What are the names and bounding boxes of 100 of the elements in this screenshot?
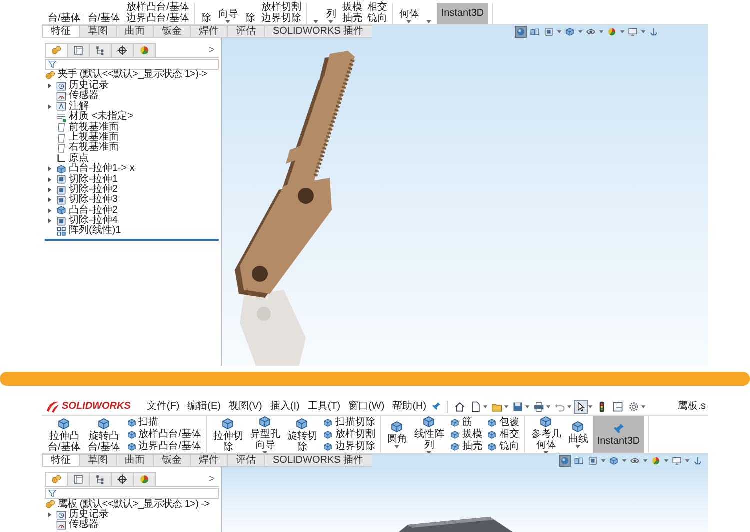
tree-item[interactable]: 凸台-拉伸1-> x: [45, 164, 219, 175]
tab[interactable]: 焊件: [190, 454, 228, 466]
filter-field[interactable]: [45, 59, 219, 70]
tree-item[interactable]: 右视基准面: [45, 143, 219, 154]
expand-arrow-icon[interactable]: [48, 104, 52, 110]
caret-icon[interactable]: [643, 458, 648, 462]
toolbar-button[interactable]: [574, 400, 588, 414]
pin-icon[interactable]: [430, 401, 442, 412]
panel-tab[interactable]: [111, 43, 134, 57]
tree-item[interactable]: 切除-拉伸3: [45, 195, 219, 206]
view-button[interactable]: [671, 454, 683, 466]
expand-arrow-icon[interactable]: [48, 176, 52, 183]
view-button[interactable]: [564, 26, 576, 38]
ribbon-button[interactable]: 抽壳: [449, 440, 484, 452]
ribbon-button[interactable]: 相交: [366, 2, 388, 13]
panel-tab[interactable]: [89, 472, 112, 486]
ribbon-button[interactable]: 向导: [216, 9, 240, 24]
ribbon-button[interactable]: 参考几 何体: [529, 416, 564, 453]
tab[interactable]: 草图: [79, 25, 117, 37]
filter-field[interactable]: [45, 488, 219, 499]
expand-arrow-icon[interactable]: [48, 197, 52, 204]
caret-icon[interactable]: [566, 404, 572, 408]
ribbon-button[interactable]: 边界切除: [322, 440, 376, 452]
caret-icon[interactable]: [504, 404, 509, 408]
menu-item[interactable]: 工具(T): [304, 401, 345, 412]
expand-arrow-icon[interactable]: [48, 166, 52, 172]
ribbon-button[interactable]: 台/基体: [86, 13, 123, 24]
caret-icon[interactable]: [599, 30, 604, 34]
caret-icon[interactable]: [578, 30, 583, 34]
view-button[interactable]: [587, 454, 599, 466]
more-tabs-button[interactable]: >: [209, 45, 215, 56]
caret-icon[interactable]: [622, 458, 627, 462]
caret-icon[interactable]: [664, 458, 669, 462]
tab[interactable]: 评估: [227, 454, 265, 466]
view-button[interactable]: [608, 454, 620, 466]
panel-tab[interactable]: [67, 472, 90, 486]
ribbon-button[interactable]: 抽壳: [341, 13, 364, 24]
menu-item[interactable]: 编辑(E): [184, 401, 226, 412]
ribbon-button[interactable]: 线性阵 列: [412, 416, 446, 453]
menu-item[interactable]: 插入(I): [266, 401, 304, 412]
view-button[interactable]: [606, 26, 618, 38]
tab[interactable]: 曲面: [116, 25, 154, 37]
caret-icon[interactable]: [641, 30, 646, 34]
ribbon-button[interactable]: 扫描: [126, 416, 202, 428]
tree-item[interactable]: 前视基准面: [45, 122, 219, 133]
tree-item[interactable]: 历史记录: [45, 510, 219, 520]
ribbon-button[interactable]: 放样凸台/基体: [126, 2, 190, 13]
view-button[interactable]: [543, 26, 555, 38]
ribbon-button[interactable]: 除: [199, 13, 214, 24]
menu-item[interactable]: 文件(F): [142, 401, 184, 412]
view-button[interactable]: [559, 454, 571, 466]
caret-icon[interactable]: [524, 404, 530, 408]
ribbon-button[interactable]: 拉伸切 除: [211, 416, 246, 452]
ribbon-button[interactable]: 扫描切除: [322, 416, 376, 428]
ribbon-button[interactable]: 旋转切 除: [285, 416, 320, 452]
ribbon-button[interactable]: 放样凸台/基体: [126, 428, 202, 440]
more-tabs-button[interactable]: >: [209, 474, 215, 485]
menu-item[interactable]: 帮助(H): [388, 401, 431, 412]
ribbon-button[interactable]: 相交: [486, 428, 520, 440]
tab[interactable]: 曲面: [116, 454, 154, 466]
tree-item[interactable]: 传感器: [45, 91, 219, 102]
expand-arrow-icon[interactable]: [48, 218, 52, 224]
expand-arrow-icon[interactable]: [48, 208, 52, 214]
caret-icon[interactable]: [557, 30, 562, 34]
expand-arrow-icon[interactable]: [48, 83, 52, 90]
caret-icon[interactable]: [640, 404, 646, 408]
panel-tab[interactable]: [67, 43, 90, 57]
expand-arrow-icon[interactable]: [48, 187, 52, 194]
ribbon-button[interactable]: 边界凸台/基体: [126, 440, 202, 452]
caret-icon[interactable]: [588, 404, 593, 408]
tree-root[interactable]: 夹手 (默认<<默认>_显示状态 1>)->: [45, 70, 219, 81]
ribbon-button[interactable]: 拔模: [449, 428, 484, 440]
caret-icon[interactable]: [546, 404, 551, 408]
view-button[interactable]: [650, 454, 662, 466]
caret-icon[interactable]: [601, 458, 606, 462]
ribbon-button[interactable]: 除: [243, 13, 258, 24]
tab[interactable]: 钣金: [153, 454, 191, 466]
ribbon-button[interactable]: 圆角: [385, 420, 410, 449]
tab[interactable]: SOLIDWORKS 插件: [264, 25, 373, 37]
ribbon-button[interactable]: 旋转凸 台/基体: [86, 416, 123, 452]
caret-icon[interactable]: [620, 30, 625, 34]
ribbon-button[interactable]: 放样切割: [322, 428, 376, 440]
tab[interactable]: 草图: [79, 454, 117, 466]
tab[interactable]: 评估: [227, 25, 265, 37]
tree-item[interactable]: 阵列(线性)1: [45, 226, 219, 237]
tab[interactable]: 焊件: [190, 25, 228, 37]
tab[interactable]: 特征: [42, 25, 80, 37]
tree-root[interactable]: 鹰板 (默认<<默认>_显示状态 1>) ->: [45, 499, 219, 510]
menu-item[interactable]: 视图(V): [225, 401, 266, 412]
ribbon-button[interactable]: Instant3D: [437, 3, 488, 24]
view-button[interactable]: [627, 26, 639, 38]
panel-tab[interactable]: [111, 472, 134, 486]
ribbon-button[interactable]: 镜向: [486, 440, 520, 452]
ribbon-button[interactable]: 镜向: [366, 13, 388, 24]
view-button[interactable]: [648, 26, 660, 38]
ribbon-button[interactable]: 台/基体: [46, 13, 83, 24]
ribbon-button[interactable]: Instant3D: [593, 416, 644, 453]
ribbon-button[interactable]: 曲线: [566, 420, 590, 449]
ribbon-button[interactable]: 边界凸台/基体: [126, 13, 190, 24]
ribbon-button[interactable]: 筋: [449, 416, 484, 428]
